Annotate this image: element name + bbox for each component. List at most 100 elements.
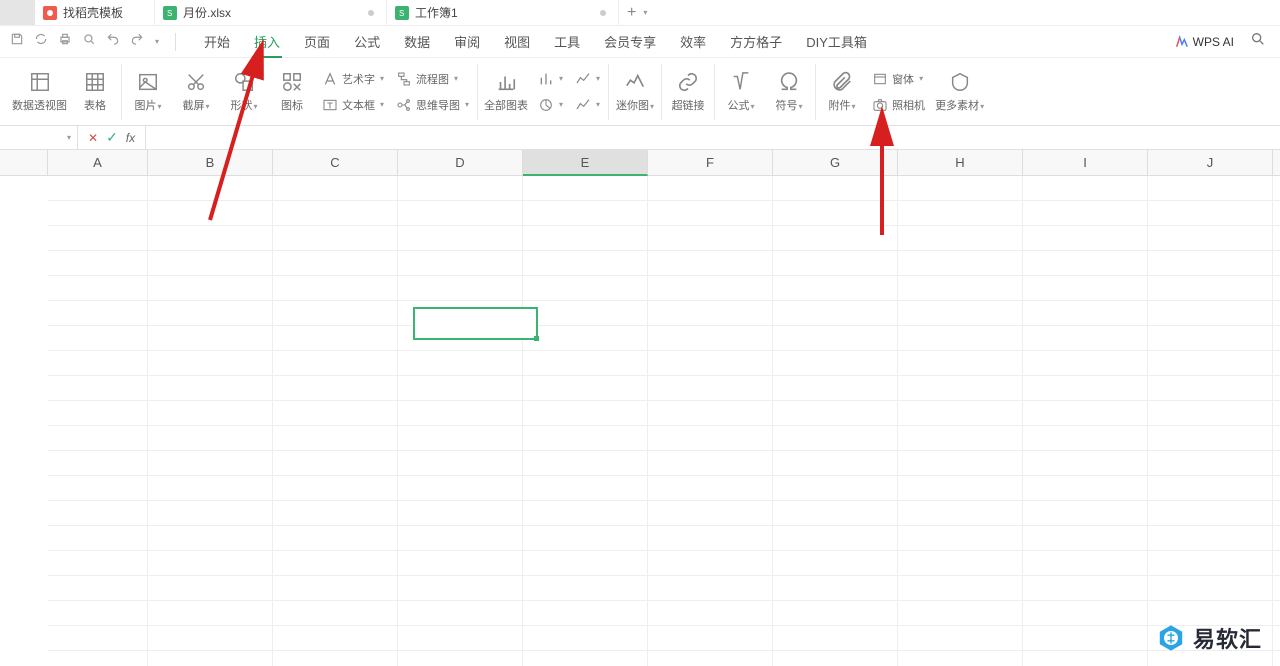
menu-ffgz[interactable]: 方方格子 <box>718 26 794 57</box>
cell[interactable] <box>48 426 148 451</box>
cell[interactable] <box>1023 326 1148 351</box>
cell[interactable] <box>1148 276 1273 301</box>
cell[interactable] <box>523 276 648 301</box>
cell[interactable] <box>148 176 273 201</box>
cell[interactable] <box>273 651 398 666</box>
cell[interactable] <box>648 251 773 276</box>
cell[interactable] <box>1023 576 1148 601</box>
col-header[interactable]: E <box>523 150 648 176</box>
col-header[interactable]: I <box>1023 150 1148 176</box>
cell[interactable] <box>898 426 1023 451</box>
menu-view[interactable]: 视图 <box>492 26 542 57</box>
cell[interactable] <box>1148 476 1273 501</box>
cell[interactable] <box>398 376 523 401</box>
cell[interactable] <box>148 426 273 451</box>
cell[interactable] <box>648 451 773 476</box>
hyperlink-button[interactable]: 超链接 <box>668 71 708 113</box>
chart-type-4-button[interactable]: ▾ <box>573 95 602 115</box>
cell[interactable] <box>273 226 398 251</box>
cell[interactable] <box>48 501 148 526</box>
cell[interactable] <box>1148 451 1273 476</box>
undo-icon[interactable] <box>106 32 120 51</box>
cell[interactable] <box>1148 551 1273 576</box>
cell[interactable] <box>1273 351 1280 376</box>
cell[interactable] <box>523 201 648 226</box>
cell[interactable] <box>773 551 898 576</box>
cell[interactable] <box>398 176 523 201</box>
cell[interactable] <box>898 376 1023 401</box>
cell[interactable] <box>1023 601 1148 626</box>
cell[interactable] <box>1148 351 1273 376</box>
cell[interactable] <box>773 201 898 226</box>
search-icon[interactable] <box>1250 31 1266 52</box>
cell[interactable] <box>648 201 773 226</box>
cell[interactable] <box>773 301 898 326</box>
cell[interactable] <box>398 226 523 251</box>
cell[interactable] <box>273 351 398 376</box>
cell[interactable] <box>273 551 398 576</box>
cell[interactable] <box>1023 301 1148 326</box>
cell[interactable] <box>48 401 148 426</box>
cell[interactable] <box>1148 176 1273 201</box>
cell[interactable] <box>898 501 1023 526</box>
cell[interactable] <box>1148 576 1273 601</box>
flowchart-button[interactable]: 流程图▾ <box>394 69 471 89</box>
cell[interactable] <box>273 251 398 276</box>
cell[interactable] <box>523 176 648 201</box>
cell[interactable] <box>1273 651 1280 666</box>
select-all-corner[interactable] <box>0 150 48 176</box>
cancel-icon[interactable]: ✕ <box>88 131 98 145</box>
cell[interactable] <box>273 201 398 226</box>
cell[interactable] <box>648 301 773 326</box>
cell[interactable] <box>523 476 648 501</box>
screenshot-button[interactable]: 截屏▾ <box>176 71 216 113</box>
cell[interactable] <box>1023 626 1148 651</box>
cell[interactable] <box>1148 201 1273 226</box>
cell[interactable] <box>773 426 898 451</box>
cell[interactable] <box>48 201 148 226</box>
cell[interactable] <box>898 551 1023 576</box>
col-header[interactable]: B <box>148 150 273 176</box>
cell[interactable] <box>773 601 898 626</box>
cell[interactable] <box>1023 501 1148 526</box>
cell[interactable] <box>523 501 648 526</box>
cell[interactable] <box>48 326 148 351</box>
cell[interactable] <box>148 501 273 526</box>
preview-icon[interactable] <box>82 32 96 51</box>
cell[interactable] <box>1273 226 1280 251</box>
cell[interactable] <box>523 351 648 376</box>
cell[interactable] <box>1023 376 1148 401</box>
chart-type-2-button[interactable]: ▾ <box>536 95 565 115</box>
cell[interactable] <box>1023 476 1148 501</box>
tab-add[interactable]: + ▾ <box>619 4 655 22</box>
menu-tools[interactable]: 工具 <box>542 26 592 57</box>
cell[interactable] <box>148 551 273 576</box>
cell[interactable] <box>148 226 273 251</box>
cell[interactable] <box>1273 176 1280 201</box>
cell[interactable] <box>148 626 273 651</box>
cell[interactable] <box>148 601 273 626</box>
shape-button[interactable]: 形状▾ <box>224 71 264 113</box>
cell[interactable] <box>773 226 898 251</box>
cell[interactable] <box>398 526 523 551</box>
cell[interactable] <box>48 551 148 576</box>
cell[interactable] <box>48 576 148 601</box>
cell[interactable] <box>48 226 148 251</box>
cell[interactable] <box>273 326 398 351</box>
cell[interactable] <box>773 251 898 276</box>
cell[interactable] <box>398 351 523 376</box>
cell[interactable] <box>648 426 773 451</box>
cell[interactable] <box>523 251 648 276</box>
wps-ai-button[interactable]: WPS AI <box>1175 35 1234 49</box>
menu-data[interactable]: 数据 <box>392 26 442 57</box>
cell[interactable] <box>648 576 773 601</box>
col-header[interactable]: D <box>398 150 523 176</box>
tab-file-1[interactable]: S 月份.xlsx <box>155 0 387 25</box>
cell[interactable] <box>1273 201 1280 226</box>
cell[interactable] <box>648 376 773 401</box>
cell[interactable] <box>1023 176 1148 201</box>
col-header[interactable]: J <box>1148 150 1273 176</box>
cell[interactable] <box>898 476 1023 501</box>
cell[interactable] <box>148 401 273 426</box>
cell[interactable] <box>398 276 523 301</box>
